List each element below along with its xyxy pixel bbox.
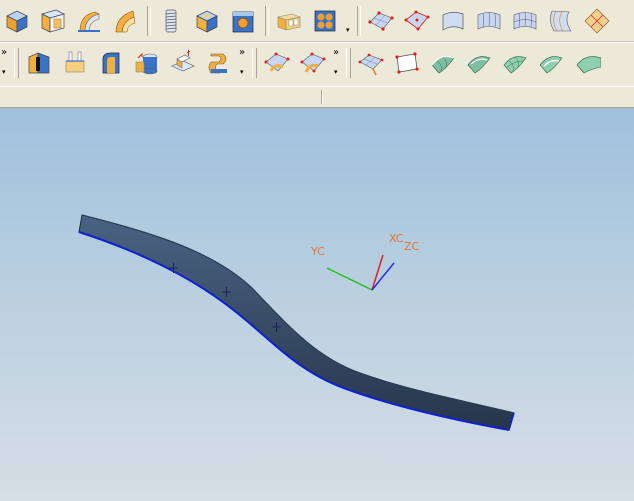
blend-surface-button[interactable] xyxy=(534,46,568,80)
pocket-icon xyxy=(196,10,218,33)
row2-overflow-b[interactable]: » ▾ xyxy=(332,46,342,80)
trim-sheet-icon xyxy=(467,56,491,74)
hole-array-icon xyxy=(314,10,336,32)
toolbar-grip[interactable] xyxy=(346,48,351,78)
separator xyxy=(147,6,151,36)
thread-button[interactable] xyxy=(154,4,188,38)
status-pane-separator xyxy=(321,90,322,104)
offset-icon xyxy=(65,51,85,73)
swept-surface-icon xyxy=(550,10,572,32)
draft-button[interactable] xyxy=(166,46,200,80)
status-strip xyxy=(0,86,634,108)
dropdown-arrow-icon: ▾ xyxy=(334,68,338,76)
sew-icon xyxy=(208,53,227,74)
through-points-icon xyxy=(368,11,394,31)
bridge-surface-icon xyxy=(576,56,601,74)
xc-label: XC xyxy=(389,232,404,245)
bounded-plane-button[interactable] xyxy=(390,46,424,80)
offset-surface-button[interactable] xyxy=(426,46,460,80)
hole-array-button[interactable] xyxy=(308,4,342,38)
toolbar-grip[interactable] xyxy=(252,48,257,78)
row2-overflow-a[interactable]: » ▾ xyxy=(238,46,248,80)
toolbar-row-1: ▾ xyxy=(0,2,634,40)
toolbar-row-2: » ▾ » ▾ » ▾ xyxy=(0,44,634,82)
through-curves-icon xyxy=(477,11,501,30)
through-points-button[interactable] xyxy=(364,4,398,38)
from-poles-icon xyxy=(404,10,430,31)
graphics-viewport[interactable]: YC XC ZC xyxy=(0,108,634,501)
trim-sheet-button[interactable] xyxy=(462,46,496,80)
section-surface-icon xyxy=(584,8,610,34)
dropdown-arrow-icon: ▾ xyxy=(240,68,244,76)
model-canvas[interactable] xyxy=(0,108,634,501)
extend-surface-button[interactable] xyxy=(498,46,532,80)
ruled-surface-button[interactable] xyxy=(436,4,470,38)
blend-button[interactable] xyxy=(22,46,56,80)
row1-mid-dropdown[interactable]: ▾ xyxy=(344,4,354,38)
offset-button[interactable] xyxy=(58,46,92,80)
block-icon xyxy=(6,10,28,33)
overflow-chevron-icon: » xyxy=(333,47,340,58)
z-axis-line xyxy=(371,262,395,291)
bridge-surface-button[interactable] xyxy=(570,46,604,80)
toolbar-grip[interactable] xyxy=(14,48,19,78)
sweep-button[interactable] xyxy=(108,4,142,38)
trim-body-icon xyxy=(135,52,158,75)
zc-label: ZC xyxy=(404,240,420,253)
bounded-plane-icon xyxy=(395,52,419,74)
revolve-button[interactable] xyxy=(72,4,106,38)
pattern-icon xyxy=(276,13,302,31)
thread-icon xyxy=(165,9,177,33)
swept-surface-button[interactable] xyxy=(544,4,578,38)
x-axis-line xyxy=(371,254,384,291)
row2-left-overflow[interactable]: » ▾ xyxy=(0,46,10,80)
offset-surface-icon xyxy=(431,55,455,74)
move-pole-button[interactable] xyxy=(354,46,388,80)
toolbar-area: ▾ » ▾ » ▾ » ▾ xyxy=(0,0,634,88)
overflow-chevron-icon: » xyxy=(239,47,246,58)
wcs-triad[interactable] xyxy=(326,254,395,291)
y-axis-line xyxy=(326,267,373,291)
separator xyxy=(357,6,361,36)
from-poles-button[interactable] xyxy=(400,4,434,38)
edit-poles-button[interactable] xyxy=(260,46,294,80)
separator xyxy=(265,6,269,36)
sew-button[interactable] xyxy=(202,46,236,80)
overflow-chevron-icon: » xyxy=(1,47,8,58)
boss-icon xyxy=(232,11,254,33)
extrude-icon xyxy=(41,9,65,33)
extend-surface-icon xyxy=(503,56,527,74)
shell-icon xyxy=(102,52,120,74)
draft-icon xyxy=(171,50,195,72)
pocket-button[interactable] xyxy=(190,4,224,38)
dropdown-arrow-icon: ▾ xyxy=(346,26,350,34)
change-degree-button[interactable] xyxy=(296,46,330,80)
move-pole-icon xyxy=(358,53,384,76)
curve-mesh-button[interactable] xyxy=(508,4,542,38)
shell-button[interactable] xyxy=(94,46,128,80)
curve-mesh-icon xyxy=(513,11,537,30)
sweep-icon xyxy=(115,10,136,33)
ruled-surface-icon xyxy=(442,11,464,31)
boss-button[interactable] xyxy=(226,4,260,38)
dropdown-arrow-icon: ▾ xyxy=(2,68,6,76)
revolve-icon xyxy=(78,11,100,32)
section-surface-button[interactable] xyxy=(580,4,614,38)
change-degree-icon xyxy=(300,52,326,73)
edit-poles-icon xyxy=(264,52,290,72)
trim-body-button[interactable] xyxy=(130,46,164,80)
extrude-button[interactable] xyxy=(36,4,70,38)
toolbar-row-divider xyxy=(0,41,634,43)
blend-icon xyxy=(28,52,50,74)
yc-label: YC xyxy=(311,245,325,258)
block-button[interactable] xyxy=(0,4,34,38)
through-curves-button[interactable] xyxy=(472,4,506,38)
blend-surface-icon xyxy=(539,56,563,74)
pattern-button[interactable] xyxy=(272,4,306,38)
